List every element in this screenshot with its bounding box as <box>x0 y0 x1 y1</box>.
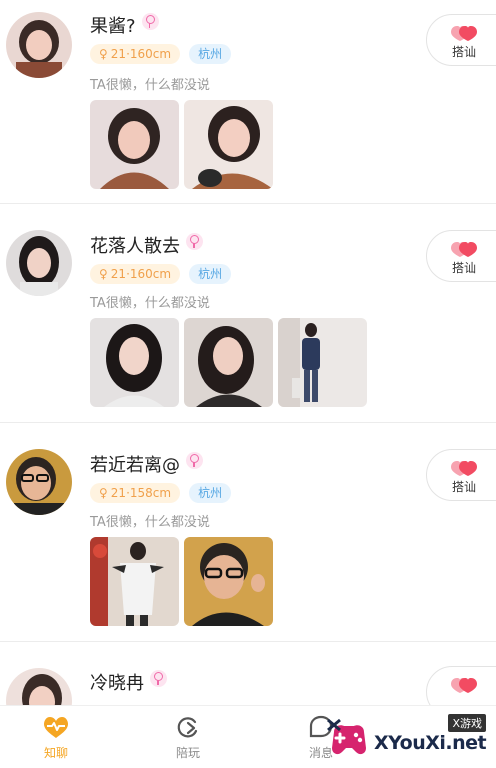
user-name: 花落人散去 <box>90 232 203 258</box>
female-icon <box>150 670 167 687</box>
female-icon <box>186 452 203 469</box>
greet-button[interactable]: 搭讪 <box>426 14 496 66</box>
avatar[interactable] <box>6 12 72 78</box>
gamepad-logo-icon <box>327 718 366 755</box>
photo-gallery <box>90 100 273 189</box>
age-height-text: 21·160cm <box>110 47 172 61</box>
photo-gallery <box>90 318 367 407</box>
watermark-small-text: X游戏 <box>448 714 486 732</box>
user-name: 若近若离@ <box>90 451 203 477</box>
age-height-text: 21·160cm <box>110 267 172 281</box>
heart-icon <box>451 678 477 693</box>
age-height-tag: ♀ 21·160cm <box>90 44 181 64</box>
tab-label: 知聊 <box>43 746 68 760</box>
greet-label: 搭讪 <box>451 261 476 275</box>
user-name: 果酱? <box>90 12 159 38</box>
avatar[interactable] <box>6 668 72 705</box>
greet-button[interactable] <box>426 666 496 705</box>
greet-button[interactable]: 搭讪 <box>426 230 496 282</box>
user-name-text: 冷晓冉 <box>90 673 144 694</box>
site-watermark: X游戏 XYouXi.net <box>326 712 496 768</box>
user-tags: ♀ 21·160cm 杭州 <box>90 264 232 284</box>
greet-label: 搭讪 <box>451 45 476 59</box>
user-bio: TA很懒，什么都没说 <box>90 515 210 530</box>
heart-icon <box>451 461 477 476</box>
user-card[interactable]: 果酱? ♀ 21·160cm 杭州 TA很懒，什么都没说 搭讪 <box>0 0 496 203</box>
photo-thumbnail[interactable] <box>90 537 179 626</box>
tab-label: 陪玩 <box>175 746 200 760</box>
city-tag: 杭州 <box>189 264 232 284</box>
user-name: 冷晓冉 <box>90 669 167 695</box>
heart-icon <box>451 26 477 41</box>
photo-thumbnail[interactable] <box>90 100 179 189</box>
user-bio: TA很懒，什么都没说 <box>90 78 210 93</box>
greet-label: 搭讪 <box>451 480 476 494</box>
user-tags: ♀ 21·160cm 杭州 <box>90 44 232 64</box>
tab-peiwan[interactable]: 陪玩 <box>148 714 228 761</box>
city-tag: 杭州 <box>189 483 232 503</box>
user-card[interactable]: 若近若离@ ♀ 21·158cm 杭州 TA很懒，什么都没说 搭讪 <box>0 423 496 641</box>
user-name-text: 果酱? <box>90 16 136 37</box>
age-height-text: 21·158cm <box>110 486 172 500</box>
female-icon <box>141 13 159 30</box>
photo-thumbnail[interactable] <box>184 318 273 407</box>
heart-wave-icon <box>44 717 68 738</box>
female-icon <box>186 233 203 250</box>
city-tag: 杭州 <box>189 44 232 64</box>
photo-thumbnail[interactable] <box>278 318 367 407</box>
greet-button[interactable]: 搭讪 <box>426 449 496 501</box>
age-height-tag: ♀ 21·158cm <box>90 483 181 503</box>
venus-icon: ♀ <box>99 267 108 281</box>
user-tags: ♀ 21·158cm 杭州 <box>90 483 232 503</box>
avatar[interactable] <box>6 230 72 296</box>
watermark-site-text: XYouXi.net <box>374 732 487 754</box>
user-feed[interactable]: 果酱? ♀ 21·160cm 杭州 TA很懒，什么都没说 搭讪 花落人散去 ♀ … <box>0 0 496 705</box>
user-name-text: 花落人散去 <box>90 236 180 257</box>
user-card[interactable]: 花落人散去 ♀ 21·160cm 杭州 TA很懒，什么都没说 搭讪 <box>0 204 496 422</box>
avatar[interactable] <box>6 449 72 515</box>
heart-icon <box>451 242 477 257</box>
photo-thumbnail[interactable] <box>184 537 273 626</box>
user-name-text: 若近若离@ <box>90 455 180 476</box>
venus-icon: ♀ <box>99 47 108 61</box>
photo-thumbnail[interactable] <box>184 100 273 189</box>
photo-gallery <box>90 537 273 626</box>
user-card[interactable]: 冷晓冉 <box>0 642 496 705</box>
game-icon <box>177 717 198 738</box>
user-bio: TA很懒，什么都没说 <box>90 296 210 311</box>
tab-zhiliao[interactable]: 知聊 <box>16 714 96 761</box>
age-height-tag: ♀ 21·160cm <box>90 264 181 284</box>
photo-thumbnail[interactable] <box>90 318 179 407</box>
venus-icon: ♀ <box>99 486 108 500</box>
